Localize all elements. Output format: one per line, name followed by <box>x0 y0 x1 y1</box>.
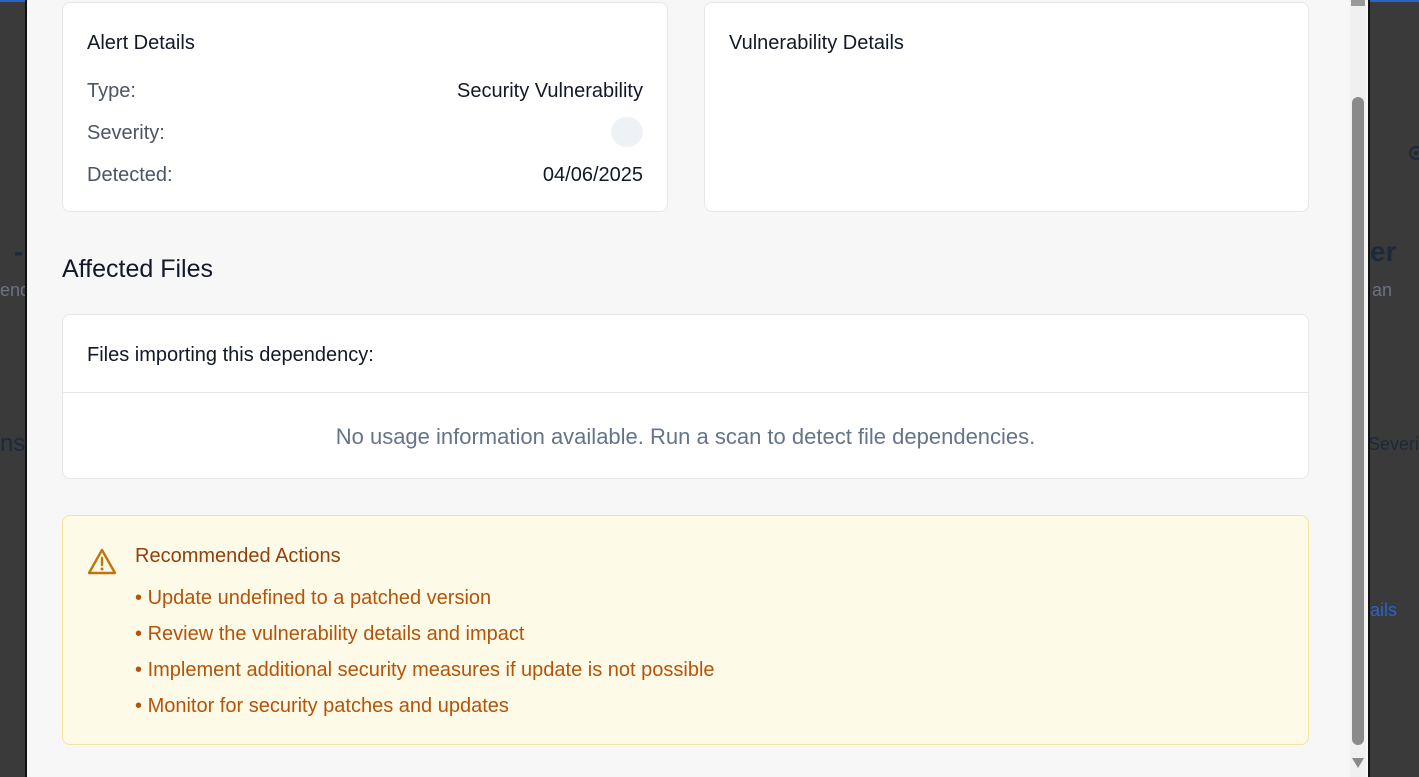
scrollbar-down-arrow-icon[interactable] <box>1350 756 1366 770</box>
severity-label: Severity: <box>87 122 165 144</box>
list-item: Implement additional security measures i… <box>135 658 715 694</box>
vulnerability-details-title: Vulnerability Details <box>729 32 904 54</box>
scrollbar-up-arrow[interactable] <box>1351 0 1365 6</box>
list-item: Update undefined to a patched version <box>135 586 715 622</box>
background-link-fragment[interactable]: ails <box>1370 600 1397 621</box>
list-item: Monitor for security patches and updates <box>135 694 715 730</box>
vulnerability-details-card: Vulnerability Details <box>704 2 1309 212</box>
detected-label: Detected: <box>87 164 173 186</box>
scrollbar-thumb[interactable] <box>1352 97 1364 745</box>
alert-details-title: Alert Details <box>87 32 195 54</box>
list-item: Review the vulnerability details and imp… <box>135 622 715 658</box>
recommended-actions-list: Update undefined to a patched version Re… <box>135 586 715 730</box>
detected-value: 04/06/2025 <box>542 164 643 186</box>
background-text-fragment: ns <box>0 430 26 457</box>
type-value: Security Vulnerability <box>456 80 643 102</box>
severity-badge <box>611 117 643 147</box>
files-empty-message: No usage information available. Run a sc… <box>335 424 1036 449</box>
background-text-fragment: Severi <box>1368 434 1419 454</box>
affected-files-card: Files importing this dependency: No usag… <box>62 314 1309 479</box>
background-text-fragment: - <box>14 236 24 267</box>
type-label: Type: <box>87 80 136 102</box>
affected-files-heading: Affected Files <box>62 255 214 283</box>
alert-details-modal: Alert Details Type: Security Vulnerabili… <box>25 0 1370 777</box>
gear-icon[interactable] <box>1404 142 1419 164</box>
recommended-actions-title: Recommended Actions <box>135 545 341 567</box>
background-text-fragment: an <box>1372 280 1393 300</box>
warning-triangle-icon <box>87 548 117 575</box>
alert-details-card: Alert Details Type: Security Vulnerabili… <box>62 2 668 212</box>
files-importing-label: Files importing this dependency: <box>87 344 374 366</box>
recommended-actions-panel: Recommended Actions Update undefined to … <box>62 515 1309 745</box>
affected-files-header: Files importing this dependency: <box>63 315 1308 393</box>
background-text-fragment: er <box>1370 236 1397 267</box>
